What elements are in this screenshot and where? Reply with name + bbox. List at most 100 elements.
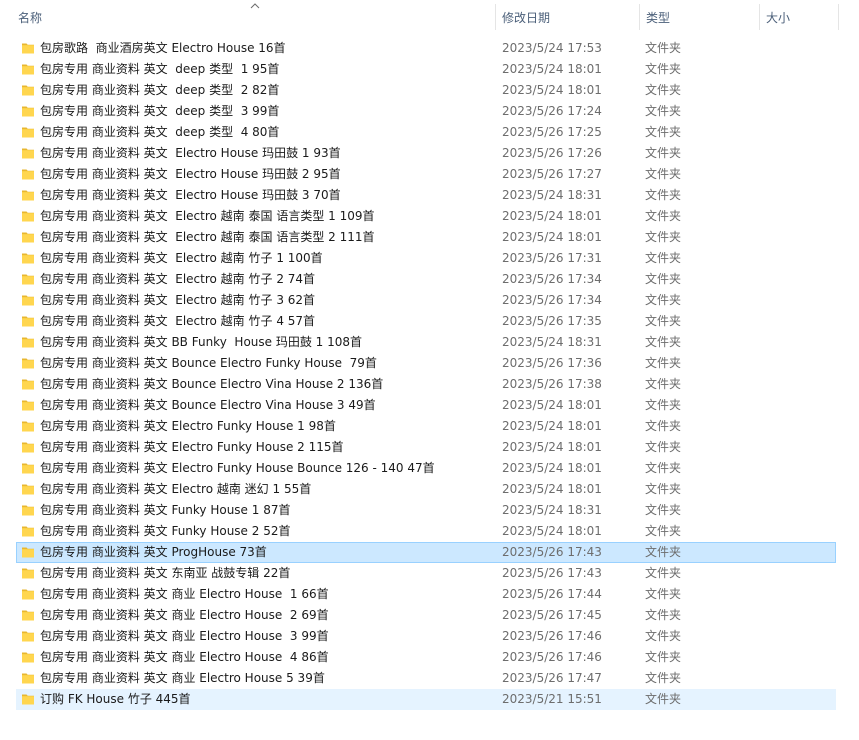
file-type: 文件夹	[645, 503, 682, 517]
file-row[interactable]: 包房专用 商业资料 英文 Bounce Electro Funky House …	[0, 353, 859, 374]
file-size	[766, 416, 836, 437]
file-row[interactable]: 包房专用 商业资料 英文 Funky House 1 87首 2023/5/24 …	[0, 500, 859, 521]
file-type: 文件夹	[645, 440, 682, 454]
folder-icon	[22, 610, 34, 621]
file-row[interactable]: 包房专用 商业资料 英文 Electro House 玛田鼓 1 93首 2023…	[0, 143, 859, 164]
folder-icon	[22, 85, 34, 96]
file-name: 包房专用 商业资料 英文 Funky House 1 87首	[40, 503, 291, 517]
file-row[interactable]: 包房专用 商业资料 英文 商业 Electro House 2 69首 2023/…	[0, 605, 859, 626]
folder-icon	[22, 694, 34, 705]
folder-icon	[22, 526, 34, 537]
file-modified-date: 2023/5/26 17:34	[502, 272, 602, 286]
file-modified-date: 2023/5/26 17:46	[502, 650, 602, 664]
file-row[interactable]: 包房专用 商业资料 英文 Funky House 2 52首 2023/5/24 …	[0, 521, 859, 542]
file-type: 文件夹	[645, 587, 682, 601]
file-modified-date: 2023/5/26 17:43	[502, 545, 602, 559]
file-name: 包房专用 商业资料 英文 ProgHouse 73首	[40, 545, 267, 559]
file-row[interactable]: 包房专用 商业资料 英文 Electro Funky House 1 98首 20…	[0, 416, 859, 437]
file-modified-date: 2023/5/24 18:01	[502, 419, 602, 433]
file-row[interactable]: 包房专用 商业资料 英文 deep 类型 2 82首 2023/5/24 18:0…	[0, 80, 859, 101]
file-row[interactable]: 包房专用 商业资料 英文 deep 类型 1 95首 2023/5/24 18:0…	[0, 59, 859, 80]
file-size	[766, 668, 836, 689]
file-row[interactable]: 包房专用 商业资料 英文 Electro House 玛田鼓 3 70首 2023…	[0, 185, 859, 206]
file-name: 包房专用 商业资料 英文 东南亚 战鼓专辑 22首	[40, 566, 291, 580]
file-type: 文件夹	[645, 104, 682, 118]
column-header-date[interactable]: 修改日期	[496, 0, 640, 34]
file-row[interactable]: 包房歌路 商业酒房英文 Electro House 16首 2023/5/24 1…	[0, 38, 859, 59]
file-modified-date: 2023/5/26 17:46	[502, 629, 602, 643]
file-size	[766, 563, 836, 584]
file-row[interactable]: 订购 FK House 竹子 445首 2023/5/21 15:51 文件夹	[0, 689, 859, 710]
file-name: 包房专用 商业资料 英文 Bounce Electro Funky House …	[40, 356, 377, 370]
file-row[interactable]: 包房专用 商业资料 英文 Electro 越南 泰国 语言类型 1 109首 20…	[0, 206, 859, 227]
column-header-name[interactable]: 名称	[12, 0, 496, 34]
file-size	[766, 479, 836, 500]
file-row[interactable]: 包房专用 商业资料 英文 商业 Electro House 4 86首 2023/…	[0, 647, 859, 668]
file-modified-date: 2023/5/26 17:31	[502, 251, 602, 265]
file-modified-date: 2023/5/26 17:36	[502, 356, 602, 370]
file-name: 包房专用 商业资料 英文 Electro 越南 竹子 3 62首	[40, 293, 316, 307]
file-name: 包房专用 商业资料 英文 Funky House 2 52首	[40, 524, 291, 538]
column-header-type[interactable]: 类型	[640, 0, 760, 34]
file-row[interactable]: 包房专用 商业资料 英文 Electro 越南 竹子 2 74首 2023/5/2…	[0, 269, 859, 290]
file-type: 文件夹	[645, 209, 682, 223]
file-row[interactable]: 包房专用 商业资料 英文 Electro Funky House 2 115首 2…	[0, 437, 859, 458]
file-size	[766, 395, 836, 416]
file-name: 包房专用 商业资料 英文 deep 类型 4 80首	[40, 125, 280, 139]
file-row[interactable]: 包房专用 商业资料 英文 Electro Funky House Bounce …	[0, 458, 859, 479]
file-row[interactable]: 包房专用 商业资料 英文 Bounce Electro Vina House 3…	[0, 395, 859, 416]
file-row[interactable]: 包房专用 商业资料 英文 Electro House 玛田鼓 2 95首 2023…	[0, 164, 859, 185]
file-size	[766, 647, 836, 668]
file-modified-date: 2023/5/24 18:01	[502, 230, 602, 244]
file-size	[766, 269, 836, 290]
file-modified-date: 2023/5/26 17:34	[502, 293, 602, 307]
file-size	[766, 59, 836, 80]
file-row[interactable]: 包房专用 商业资料 英文 商业 Electro House 1 66首 2023/…	[0, 584, 859, 605]
folder-icon	[22, 652, 34, 663]
file-size	[766, 437, 836, 458]
file-name: 包房专用 商业资料 英文 商业 Electro House 3 99首	[40, 629, 329, 643]
file-size	[766, 290, 836, 311]
file-name: 订购 FK House 竹子 445首	[40, 692, 191, 706]
file-row[interactable]: 包房专用 商业资料 英文 Bounce Electro Vina House 2…	[0, 374, 859, 395]
file-type: 文件夹	[645, 608, 682, 622]
column-header-size[interactable]: 大小	[760, 0, 840, 34]
folder-icon	[22, 484, 34, 495]
file-row[interactable]: 包房专用 商业资料 英文 Electro 越南 泰国 语言类型 2 111首 20…	[0, 227, 859, 248]
file-type: 文件夹	[645, 482, 682, 496]
file-row[interactable]: 包房专用 商业资料 英文 Electro 越南 竹子 1 100首 2023/5/…	[0, 248, 859, 269]
file-modified-date: 2023/5/21 15:51	[502, 692, 602, 706]
file-size	[766, 185, 836, 206]
file-modified-date: 2023/5/26 17:27	[502, 167, 602, 181]
file-modified-date: 2023/5/24 18:01	[502, 83, 602, 97]
file-size	[766, 122, 836, 143]
file-size	[766, 605, 836, 626]
file-row[interactable]: 包房专用 商业资料 英文 东南亚 战鼓专辑 22首 2023/5/26 17:43…	[0, 563, 859, 584]
file-size	[766, 332, 836, 353]
file-row[interactable]: 包房专用 商业资料 英文 BB Funky House 玛田鼓 1 108首 20…	[0, 332, 859, 353]
file-modified-date: 2023/5/24 18:31	[502, 335, 602, 349]
file-name: 包房专用 商业资料 英文 Electro Funky House 2 115首	[40, 440, 344, 454]
file-modified-date: 2023/5/24 18:31	[502, 188, 602, 202]
file-row[interactable]: 包房专用 商业资料 英文 Electro 越南 迷幻 1 55首 2023/5/2…	[0, 479, 859, 500]
file-modified-date: 2023/5/24 18:01	[502, 461, 602, 475]
folder-icon	[22, 295, 34, 306]
file-size	[766, 458, 836, 479]
file-size	[766, 101, 836, 122]
file-size	[766, 38, 836, 59]
file-row[interactable]: 包房专用 商业资料 英文 deep 类型 4 80首 2023/5/26 17:2…	[0, 122, 859, 143]
column-divider[interactable]	[838, 4, 839, 30]
file-name: 包房专用 商业资料 英文 商业 Electro House 1 66首	[40, 587, 329, 601]
file-type: 文件夹	[645, 230, 682, 244]
folder-icon	[22, 274, 34, 285]
file-row[interactable]: 包房专用 商业资料 英文 Electro 越南 竹子 4 57首 2023/5/2…	[0, 311, 859, 332]
file-row[interactable]: 包房专用 商业资料 英文 ProgHouse 73首 2023/5/26 17:4…	[0, 542, 859, 563]
file-row[interactable]: 包房专用 商业资料 英文 商业 Electro House 5 39首 2023/…	[0, 668, 859, 689]
file-row[interactable]: 包房专用 商业资料 英文 商业 Electro House 3 99首 2023/…	[0, 626, 859, 647]
file-size	[766, 626, 836, 647]
file-row[interactable]: 包房专用 商业资料 英文 deep 类型 3 99首 2023/5/26 17:2…	[0, 101, 859, 122]
file-type: 文件夹	[645, 419, 682, 433]
file-name: 包房专用 商业资料 英文 deep 类型 1 95首	[40, 62, 280, 76]
file-row[interactable]: 包房专用 商业资料 英文 Electro 越南 竹子 3 62首 2023/5/2…	[0, 290, 859, 311]
folder-icon	[22, 148, 34, 159]
